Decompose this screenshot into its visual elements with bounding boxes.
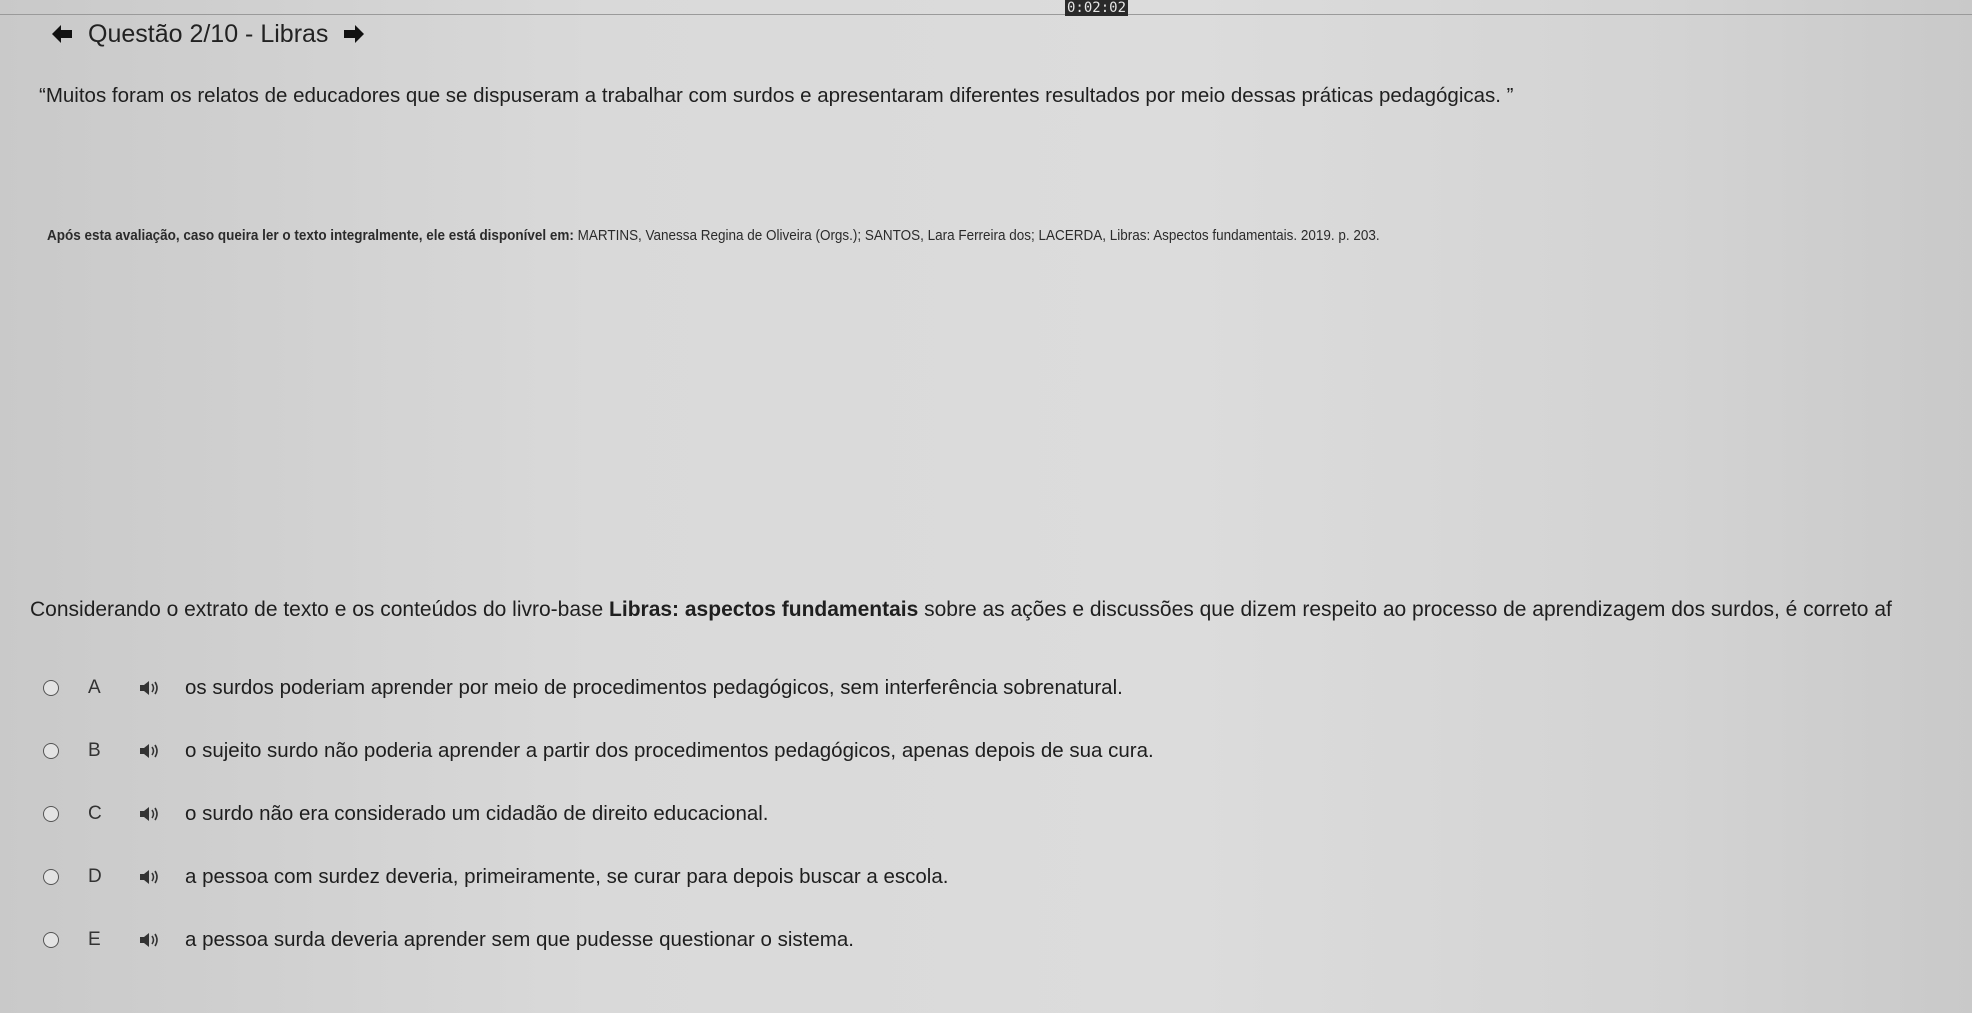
speaker-icon[interactable] bbox=[138, 805, 160, 823]
option-a-text: os surdos poderiam aprender por meio de … bbox=[185, 676, 1123, 699]
option-c-radio[interactable] bbox=[43, 806, 59, 822]
arrow-right-icon bbox=[344, 25, 365, 43]
source-reference: Após esta avaliação, caso queira ler o t… bbox=[47, 228, 1380, 244]
option-c-letter: C bbox=[88, 803, 102, 824]
option-d-radio[interactable] bbox=[43, 869, 59, 885]
option-a-letter: A bbox=[88, 677, 101, 698]
option-b-text: o sujeito surdo não poderia aprender a p… bbox=[185, 739, 1154, 762]
speaker-icon[interactable] bbox=[138, 742, 160, 760]
option-c-text: o surdo não era considerado um cidadão d… bbox=[185, 802, 769, 825]
option-e-letter: E bbox=[88, 929, 101, 950]
option-b-radio[interactable] bbox=[43, 743, 59, 759]
next-question-button[interactable] bbox=[340, 20, 368, 48]
question-header: Questão 2/10 - Libras bbox=[48, 16, 368, 52]
option-d-text: a pessoa com surdez deveria, primeiramen… bbox=[185, 865, 949, 888]
option-e-radio[interactable] bbox=[43, 932, 59, 948]
speaker-icon[interactable] bbox=[138, 931, 160, 949]
timer: 0:02:02 bbox=[1065, 0, 1129, 16]
prompt-text-before: Considerando o extrato de texto e os con… bbox=[30, 598, 610, 621]
option-e-text: a pessoa surda deveria aprender sem que … bbox=[185, 928, 854, 951]
option-d-letter: D bbox=[88, 866, 102, 887]
prompt-text-after: sobre as ações e discussões que dizem re… bbox=[918, 598, 1892, 621]
arrow-left-icon bbox=[52, 25, 72, 43]
option-b-letter: B bbox=[88, 740, 101, 761]
question-quote: “Muitos foram os relatos de educadores q… bbox=[39, 84, 1514, 107]
question-title: Questão 2/10 - Libras bbox=[88, 19, 329, 48]
question-prompt: Considerando o extrato de texto e os con… bbox=[30, 598, 1972, 622]
option-a-radio[interactable] bbox=[43, 680, 59, 696]
top-divider bbox=[0, 14, 1972, 15]
source-citation: MARTINS, Vanessa Regina de Oliveira (Org… bbox=[573, 228, 1380, 244]
prompt-book-title: Libras: aspectos fundamentais bbox=[609, 598, 919, 621]
previous-question-button[interactable] bbox=[48, 20, 76, 48]
speaker-icon[interactable] bbox=[138, 868, 160, 886]
speaker-icon[interactable] bbox=[138, 679, 160, 697]
source-lead: Após esta avaliação, caso queira ler o t… bbox=[47, 228, 574, 244]
